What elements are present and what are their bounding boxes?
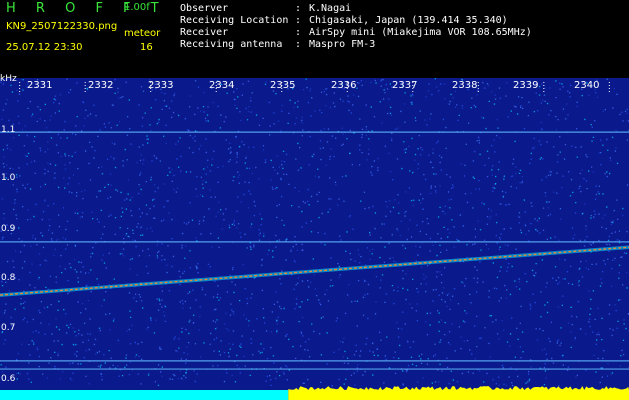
y-tick-label: 1.1 [1,125,16,135]
header-panel: H R O F F T 1.00f KN9_2507122330.png met… [0,0,629,78]
x-tick-label: 2338 [452,80,478,91]
app-version: 1.00f [124,2,150,13]
info-value: Chigasaki, Japan (139.414 35.340) [309,15,508,26]
info-value: Maspro FM-3 [309,39,376,50]
y-tick-label: 0.6 [1,374,16,384]
info-row-antenna: Receiving antenna: Maspro FM-3 [180,39,375,50]
x-tick-label: 2340 [574,80,600,91]
level-bar-segment [0,390,289,400]
x-tick-label: 2333 [148,80,174,91]
spectrum-background [0,78,629,400]
x-tick-label: 2339 [513,80,539,91]
y-axis-unit: kHz [0,74,17,84]
info-value: AirSpy mini (Miakejima VOR 108.65MHz) [309,27,532,38]
info-row-observer: Observer: K.Nagai [180,3,351,14]
x-tick-label: 2332 [88,80,114,91]
info-separator: : [295,15,302,26]
info-label: Receiving antenna [180,39,283,50]
y-tick-label: 0.8 [1,273,16,283]
meteor-count: 16 [140,42,153,53]
y-tick-label: 0.7 [1,323,16,333]
y-tick-label: 1.0 [1,173,16,183]
info-label: Observer [180,3,229,14]
info-row-location: Receiving Location: Chigasaki, Japan (139… [180,15,508,26]
x-tick-label: 2335 [270,80,296,91]
info-row-receiver: Receiver: AirSpy mini (Miakejima VOR 108.… [180,27,532,38]
spectrogram [0,78,629,400]
y-tick-label: 0.9 [1,224,16,234]
x-tick-label: 2334 [209,80,235,91]
level-bar-segment [288,390,629,400]
info-separator: : [295,3,302,14]
info-label: Receiving Location [180,15,289,26]
x-tick-label: 2336 [331,80,357,91]
meteor-label: meteor [124,28,161,39]
info-value: K.Nagai [309,3,352,14]
info-label: Receiver [180,27,229,38]
file-name: KN9_2507122330.png [6,21,118,32]
date-time: 25.07.12 23:30 [6,42,83,53]
info-separator: : [295,39,302,50]
x-tick-label: 2331 [27,80,53,91]
info-separator: : [295,27,302,38]
x-tick-label: 2337 [392,80,418,91]
